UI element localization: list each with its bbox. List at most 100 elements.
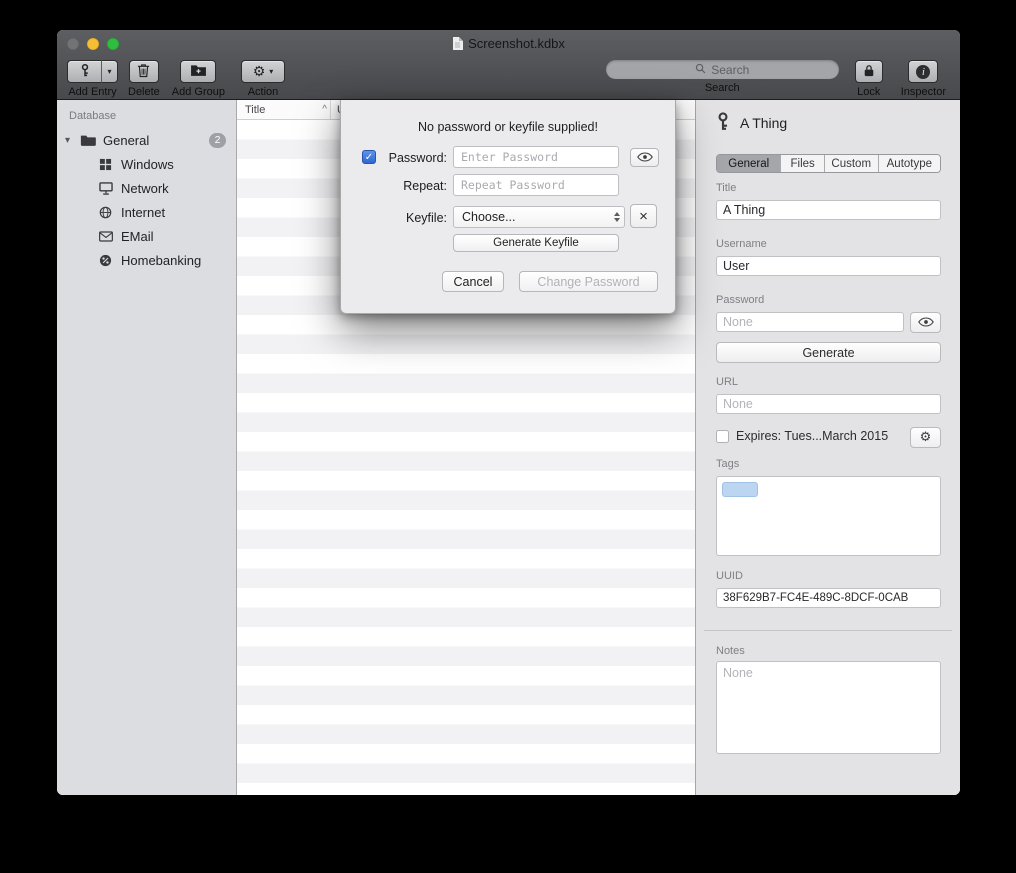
add-group-label: Add Group bbox=[172, 86, 225, 98]
sidebar-item-general[interactable]: ▾ General 2 bbox=[57, 128, 236, 152]
clear-keyfile-button[interactable]: × bbox=[630, 204, 657, 228]
url-field[interactable]: None bbox=[716, 394, 941, 414]
count-badge: 2 bbox=[209, 133, 226, 148]
chevron-down-icon: ▾ bbox=[269, 67, 273, 76]
username-field[interactable]: User bbox=[716, 256, 941, 276]
inspector-group: i Inspector bbox=[901, 60, 946, 98]
key-icon bbox=[78, 63, 92, 81]
tab-files[interactable]: Files bbox=[780, 155, 823, 172]
tab-general[interactable]: General bbox=[717, 155, 780, 172]
popup-stepper-icon bbox=[614, 212, 620, 222]
add-entry-dropdown[interactable]: ▾ bbox=[101, 60, 118, 83]
generate-keyfile-button[interactable]: Generate Keyfile bbox=[453, 234, 619, 252]
sidebar-item-network[interactable]: Network bbox=[57, 176, 236, 200]
dialog-keyfile-label: Keyfile: bbox=[379, 211, 447, 225]
column-header-title[interactable]: Title ^ bbox=[237, 100, 330, 119]
add-entry-button[interactable] bbox=[67, 60, 101, 83]
password-field[interactable]: None bbox=[716, 312, 904, 332]
add-entry-label: Add Entry bbox=[68, 86, 116, 98]
tag-pill[interactable] bbox=[722, 482, 758, 497]
inspector-divider bbox=[704, 630, 952, 631]
search-input[interactable]: Search bbox=[606, 60, 839, 79]
password-checkbox[interactable]: ✓ bbox=[362, 150, 376, 164]
add-group-button[interactable] bbox=[180, 60, 216, 83]
tab-autotype[interactable]: Autotype bbox=[878, 155, 940, 172]
generate-password-button[interactable]: Generate bbox=[716, 342, 941, 363]
inspector-button[interactable]: i bbox=[908, 60, 938, 83]
windows-icon bbox=[97, 157, 114, 172]
title-field-value: A Thing bbox=[723, 203, 765, 217]
change-password-button[interactable]: Change Password bbox=[519, 271, 658, 292]
app-window: Screenshot.kdbx ▾ Add Entry bbox=[57, 30, 960, 795]
folder-plus-icon bbox=[190, 64, 207, 80]
tab-custom[interactable]: Custom bbox=[824, 155, 878, 172]
action-button[interactable]: ⚙ ▾ bbox=[241, 60, 285, 83]
lock-label: Lock bbox=[857, 86, 880, 98]
disclosure-triangle-icon[interactable]: ▾ bbox=[65, 135, 79, 146]
reveal-password-button[interactable] bbox=[630, 148, 659, 167]
keyfile-popup[interactable]: Choose... bbox=[453, 206, 625, 228]
inspector-header: A Thing bbox=[714, 112, 787, 134]
gear-icon: ⚙ bbox=[920, 431, 932, 444]
title-field[interactable]: A Thing bbox=[716, 200, 941, 220]
notes-textarea[interactable]: None bbox=[716, 661, 941, 754]
inspector-tabs: General Files Custom Autotype bbox=[716, 154, 941, 173]
expires-checkbox[interactable] bbox=[716, 430, 729, 443]
sidebar-item-homebanking[interactable]: Homebanking bbox=[57, 248, 236, 272]
dialog-repeat-label: Repeat: bbox=[379, 179, 447, 193]
lock-icon bbox=[863, 63, 875, 81]
action-group: ⚙ ▾ Action bbox=[241, 60, 285, 98]
entry-title: A Thing bbox=[740, 115, 787, 131]
cancel-button[interactable]: Cancel bbox=[442, 271, 504, 292]
title-field-label: Title bbox=[716, 182, 736, 194]
lock-button[interactable] bbox=[855, 60, 883, 83]
close-button[interactable] bbox=[67, 38, 79, 50]
search-placeholder: Search bbox=[711, 63, 749, 77]
sidebar-item-windows[interactable]: Windows bbox=[57, 152, 236, 176]
expires-settings-button[interactable]: ⚙ bbox=[910, 427, 941, 448]
traffic-lights bbox=[67, 30, 119, 57]
internet-globe-icon bbox=[97, 205, 114, 220]
delete-label: Delete bbox=[128, 86, 160, 98]
notes-placeholder: None bbox=[723, 666, 753, 680]
username-field-label: Username bbox=[716, 238, 767, 250]
window-header: Screenshot.kdbx ▾ Add Entry bbox=[57, 30, 960, 100]
dialog-password-label: Password: bbox=[379, 151, 447, 165]
window-title: Screenshot.kdbx bbox=[468, 36, 565, 51]
eye-icon bbox=[637, 150, 653, 165]
notes-label: Notes bbox=[716, 645, 745, 657]
uuid-field[interactable]: 38F629B7-FC4E-489C-8DCF-0CAB bbox=[716, 588, 941, 608]
enter-password-placeholder: Enter Password bbox=[461, 150, 558, 164]
lock-group: Lock bbox=[855, 60, 883, 98]
tags-label: Tags bbox=[716, 458, 739, 470]
sidebar-item-email[interactable]: EMail bbox=[57, 224, 236, 248]
network-icon bbox=[97, 181, 114, 196]
reveal-password-button[interactable] bbox=[910, 312, 941, 333]
change-password-dialog: No password or keyfile supplied! ✓ Passw… bbox=[340, 100, 676, 314]
inspector-panel: A Thing General Files Custom Autotype Ti… bbox=[695, 100, 960, 795]
search-group: Search Search bbox=[606, 60, 839, 94]
titlebar[interactable]: Screenshot.kdbx bbox=[57, 30, 960, 57]
trash-icon bbox=[137, 63, 150, 81]
action-label: Action bbox=[248, 86, 279, 98]
sidebar: Database ▾ General 2 Windows Networ bbox=[57, 100, 237, 795]
column-title-label: Title bbox=[245, 104, 265, 116]
sidebar-item-internet[interactable]: Internet bbox=[57, 200, 236, 224]
username-field-value: User bbox=[723, 259, 749, 273]
enter-password-input[interactable]: Enter Password bbox=[453, 146, 619, 168]
expires-label: Expires: Tues...March 2015 bbox=[736, 429, 888, 443]
zoom-button[interactable] bbox=[107, 38, 119, 50]
document-icon bbox=[452, 37, 463, 50]
sidebar-item-label: General bbox=[103, 133, 149, 148]
repeat-password-input[interactable]: Repeat Password bbox=[453, 174, 619, 196]
email-envelope-icon bbox=[97, 229, 114, 244]
add-entry-group: ▾ Add Entry bbox=[67, 60, 118, 98]
sidebar-item-label: Homebanking bbox=[121, 253, 201, 268]
repeat-password-placeholder: Repeat Password bbox=[461, 178, 565, 192]
dialog-message: No password or keyfile supplied! bbox=[341, 120, 675, 134]
tags-box[interactable] bbox=[716, 476, 941, 556]
sidebar-item-label: Internet bbox=[121, 205, 165, 220]
minimize-button[interactable] bbox=[87, 38, 99, 50]
delete-button[interactable] bbox=[129, 60, 159, 83]
toolbar: ▾ Add Entry Delete bbox=[57, 57, 960, 100]
